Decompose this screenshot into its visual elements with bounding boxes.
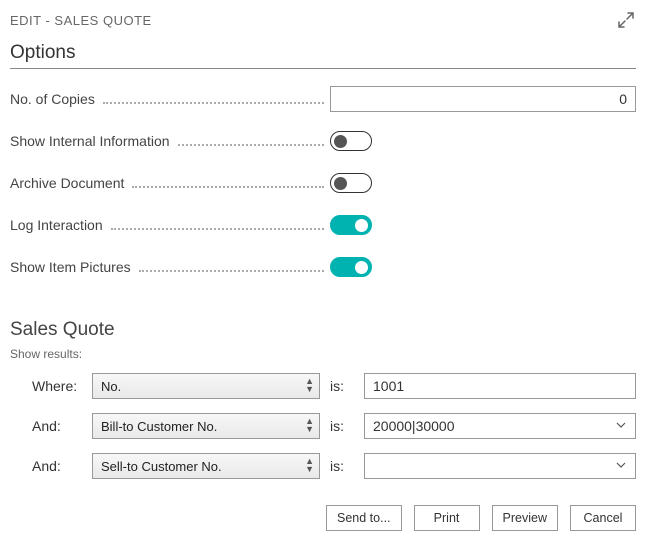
dots-decoration [178, 144, 324, 146]
is-label: is: [330, 418, 354, 434]
filter-field-select-1[interactable]: Bill-to Customer No. ▲▼ [92, 413, 320, 439]
filter-field-select-2[interactable]: Sell-to Customer No. ▲▼ [92, 453, 320, 479]
print-button[interactable]: Print [414, 505, 480, 531]
and-label: And: [32, 418, 82, 434]
send-to-button[interactable]: Send to... [326, 505, 402, 531]
log-toggle[interactable] [330, 215, 372, 235]
preview-button[interactable]: Preview [492, 505, 558, 531]
log-label: Log Interaction [10, 217, 107, 233]
filter-field-value: No. [101, 379, 121, 394]
archive-toggle[interactable] [330, 173, 372, 193]
filter-field-value: Sell-to Customer No. [101, 459, 222, 474]
copies-label: No. of Copies [10, 91, 99, 107]
filter-value-input-1[interactable] [364, 413, 636, 439]
filter-value-input-2[interactable] [364, 453, 636, 479]
filter-value-input-0[interactable] [364, 373, 636, 399]
pictures-label: Show Item Pictures [10, 259, 135, 275]
internal-info-toggle[interactable] [330, 131, 372, 151]
page-title: EDIT - SALES QUOTE [10, 13, 152, 28]
filter-field-select-0[interactable]: No. ▲▼ [92, 373, 320, 399]
expand-icon[interactable] [616, 10, 636, 30]
dots-decoration [111, 228, 324, 230]
dots-decoration [103, 102, 324, 104]
and-label: And: [32, 458, 82, 474]
copies-input[interactable] [330, 86, 636, 112]
cancel-button[interactable]: Cancel [570, 505, 636, 531]
show-results-label: Show results: [10, 347, 636, 361]
sales-quote-title: Sales Quote [10, 319, 636, 341]
dots-decoration [132, 186, 324, 188]
internal-info-label: Show Internal Information [10, 133, 174, 149]
filter-field-value: Bill-to Customer No. [101, 419, 217, 434]
pictures-toggle[interactable] [330, 257, 372, 277]
is-label: is: [330, 378, 354, 394]
is-label: is: [330, 458, 354, 474]
archive-label: Archive Document [10, 175, 128, 191]
where-label: Where: [32, 378, 82, 394]
dots-decoration [139, 270, 324, 272]
options-section-title: Options [10, 42, 636, 69]
